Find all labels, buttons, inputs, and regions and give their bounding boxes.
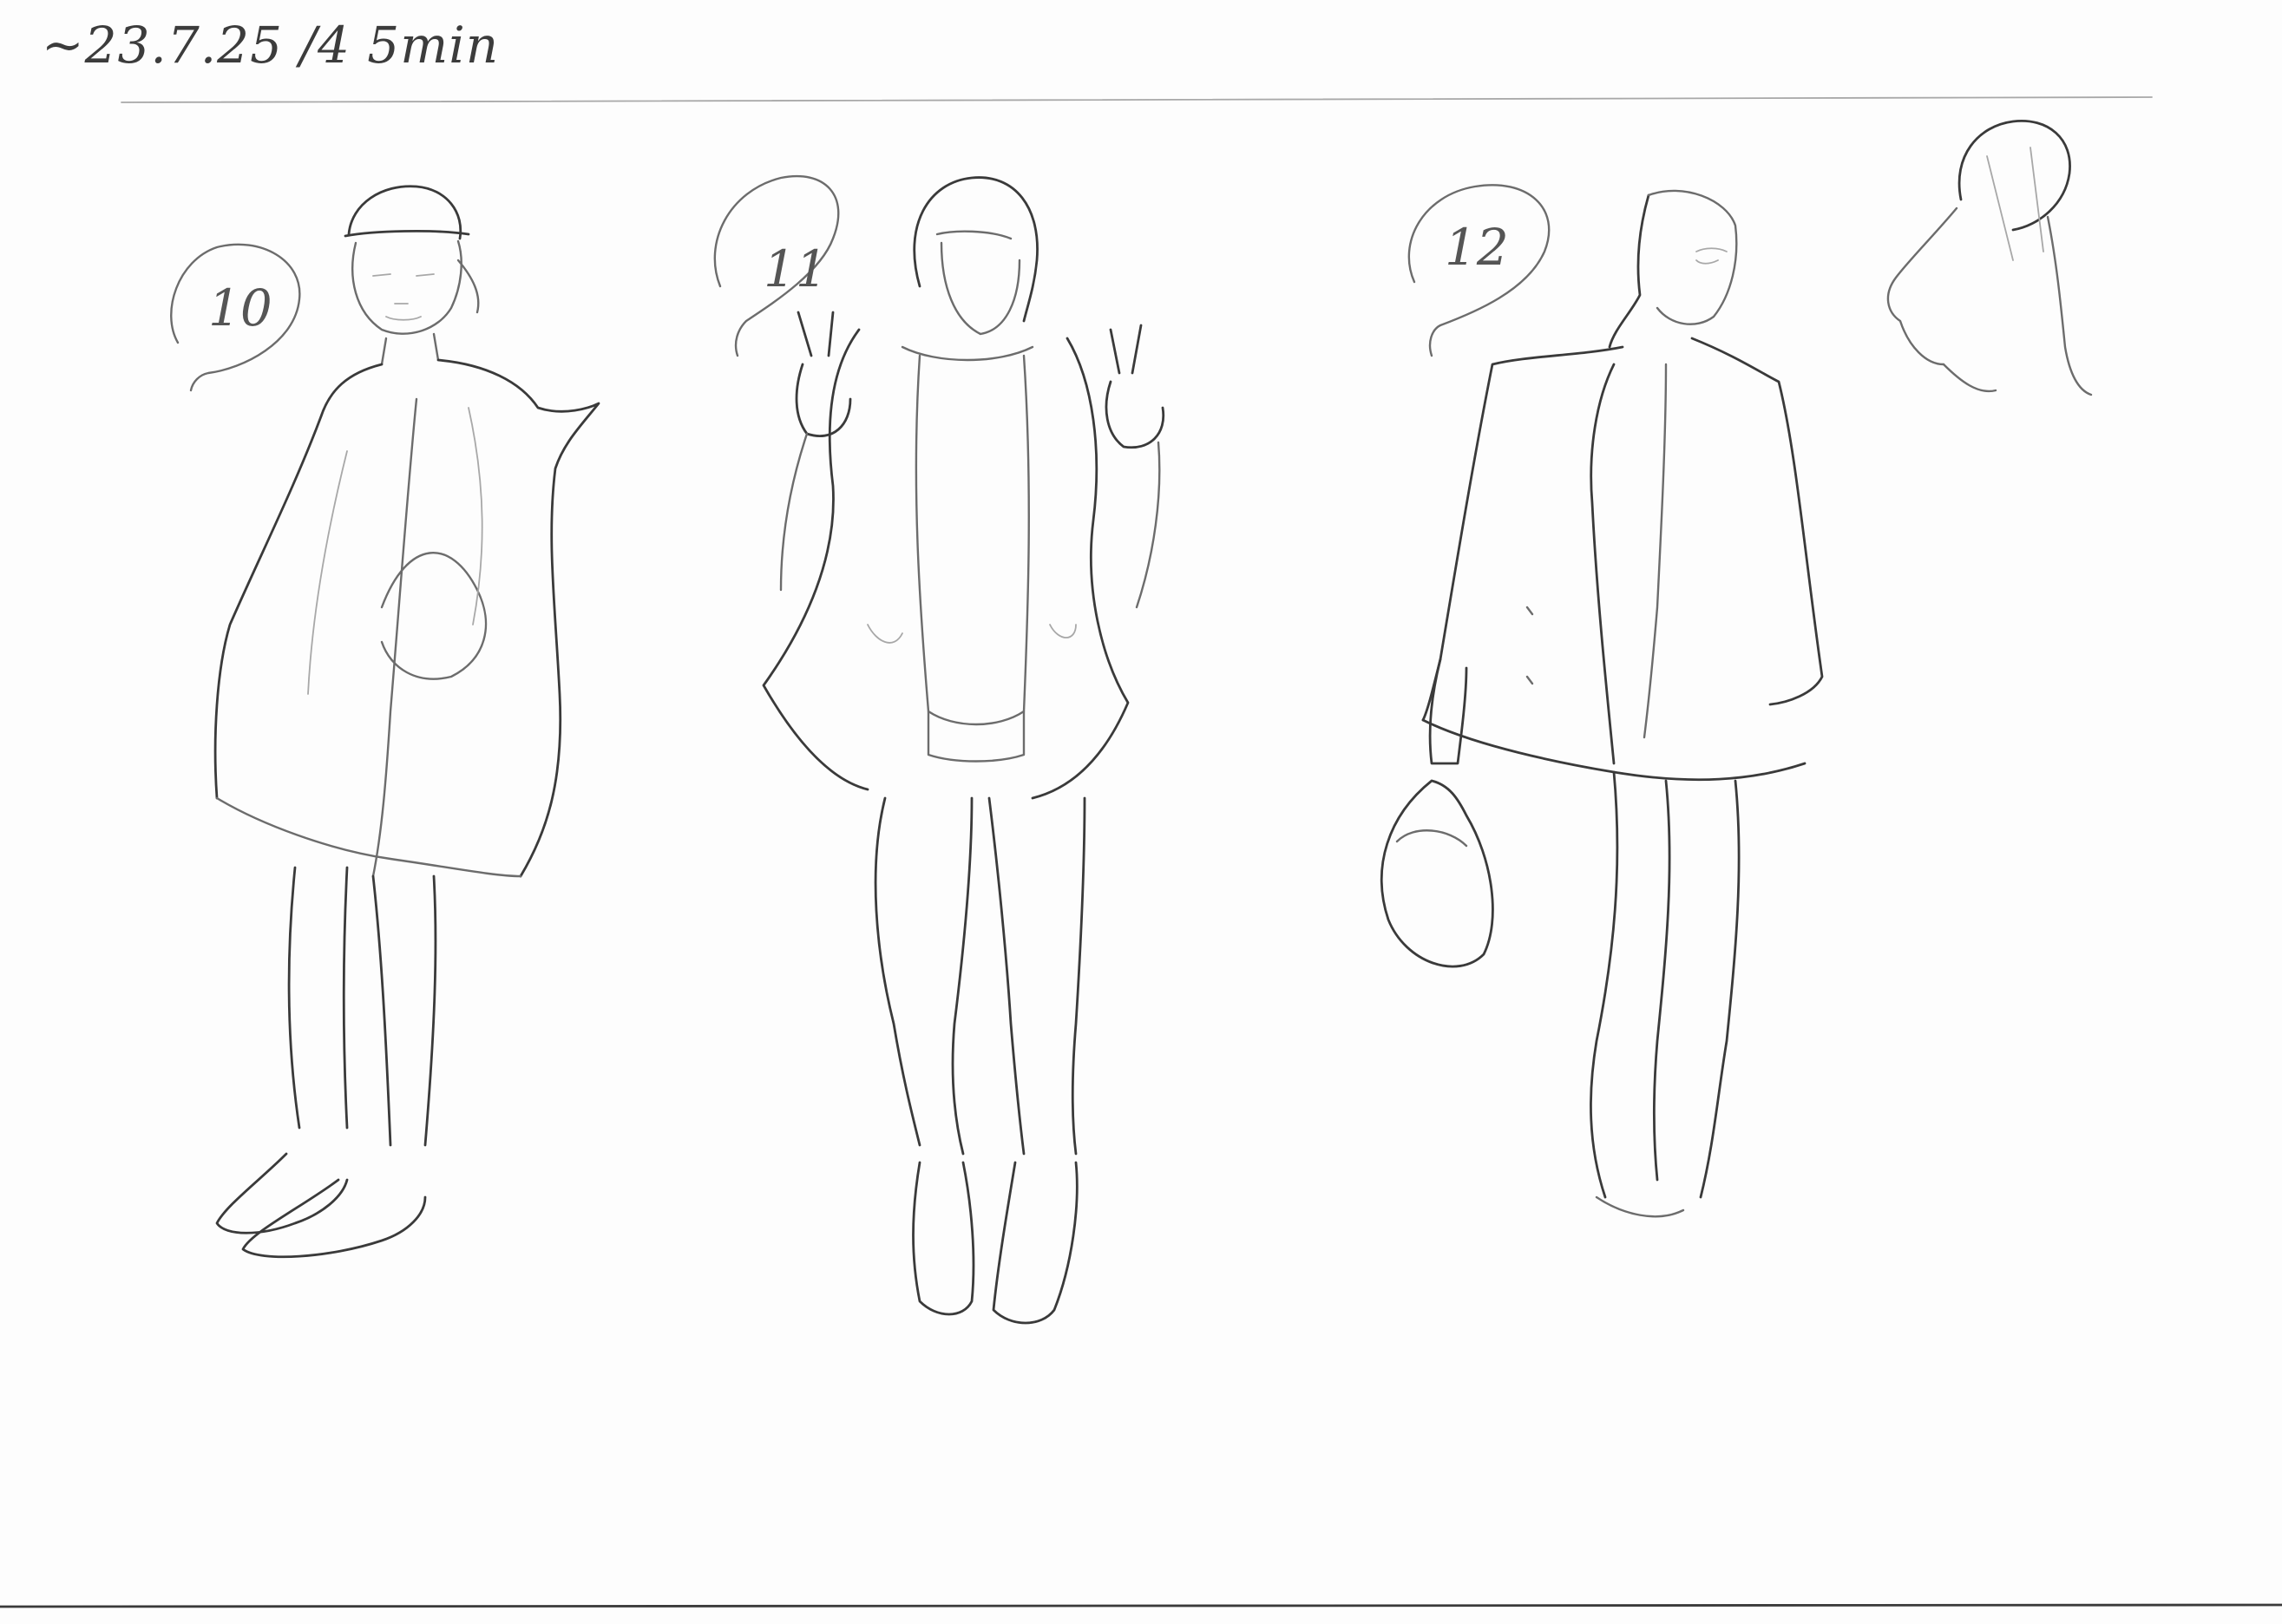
figure-10-leg-right	[371, 874, 437, 1147]
figure-12-buttons	[1525, 606, 1534, 685]
figure-12-trouser-left	[1590, 770, 1619, 1199]
figure-12-sketch: 12	[1380, 184, 1824, 1218]
figure-10-shoe-right	[241, 1178, 427, 1259]
figure-12-hair	[1608, 193, 1650, 349]
figure-10-shoe-left	[215, 1152, 349, 1234]
figure-10-jacket-front	[371, 397, 418, 878]
figure-12-glasses	[1695, 247, 1728, 265]
figure-11-hair	[913, 176, 1039, 323]
sketch-sheet: ~23.7.25 /4 5min 10 11 12	[0, 0, 2282, 1624]
figure-11-hand-right	[1105, 324, 1165, 449]
figure-10-jacket-right	[436, 358, 600, 878]
figure-12-shoe	[1595, 1195, 1685, 1218]
figure-12-bag	[1380, 779, 1494, 968]
figure-11-boot-right	[992, 1161, 1079, 1325]
page-bottom-edge	[0, 1603, 2282, 1608]
hair-study-sketch	[1886, 119, 2093, 396]
figure-12-coat-left	[1421, 345, 1624, 722]
figure-11-hem	[927, 710, 1026, 763]
hair-study-crown	[1957, 119, 2071, 232]
figure-11-jacket-right	[1031, 337, 1130, 800]
figure-12-head	[1647, 189, 1738, 325]
show-through-line	[121, 96, 2153, 103]
figure-10-jacket-left	[213, 363, 384, 800]
figure-10-leg-left	[287, 866, 349, 1130]
sketch-canvas: 10 11 12	[0, 96, 2282, 1608]
figure-10-sketch: 10	[170, 185, 600, 1259]
figure-10-number: 10	[208, 278, 272, 337]
figure-12-trouser-right	[1699, 779, 1741, 1199]
figure-11-leg-right	[987, 796, 1026, 1156]
figure-11-jacket-left	[762, 328, 869, 791]
figure-11-hand-left	[795, 311, 852, 437]
figure-11-sketch: 11	[713, 174, 1165, 1325]
figure-11-face	[935, 230, 1021, 336]
figure-12-lapel-left	[1590, 363, 1616, 765]
figure-11-leg-left	[874, 796, 921, 1147]
figure-12-number: 12	[1445, 218, 1509, 277]
figure-11-number: 11	[764, 239, 828, 298]
figure-12-coat-right	[1690, 337, 1824, 706]
figure-11-boot-left	[912, 1161, 975, 1316]
